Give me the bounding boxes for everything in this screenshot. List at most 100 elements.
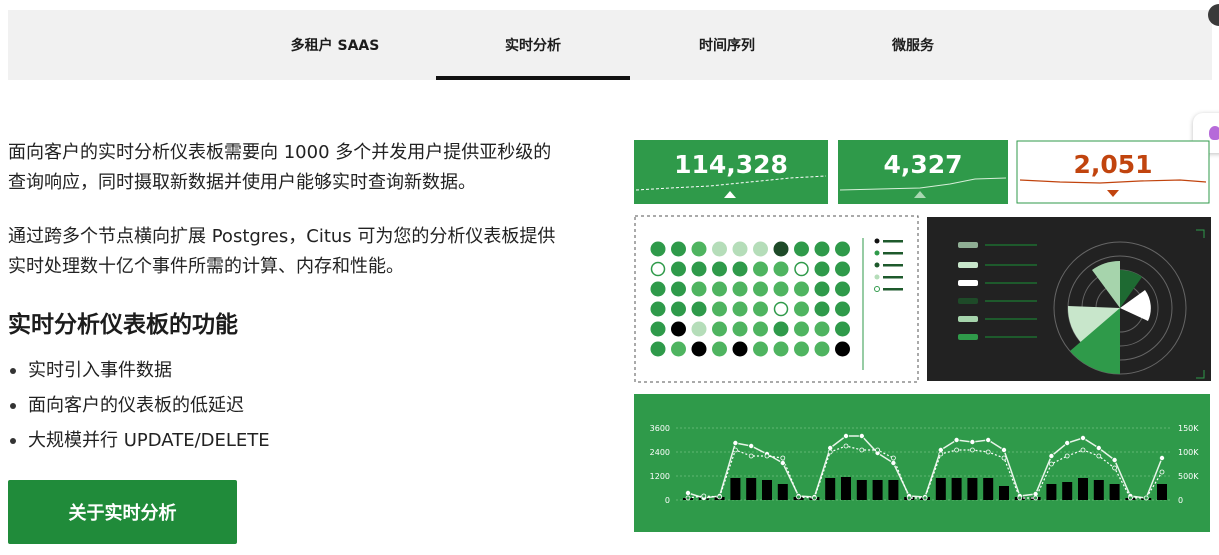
tab-label: 微服务 [892, 38, 934, 54]
chart-bar [1093, 480, 1104, 500]
chart-point [811, 495, 817, 501]
chart-bar [1046, 484, 1057, 500]
features-heading: 实时分析仪表板的功能 [8, 312, 238, 338]
kpi-value: 4,327 [883, 150, 962, 179]
chart-point [685, 489, 692, 496]
chart-point [890, 459, 897, 466]
chart-point [796, 494, 802, 500]
feature-item: 大规模并行 UPDATE/DELETE [8, 423, 270, 458]
tab-multi-tenant-saas[interactable]: 多租户 SAAS [250, 10, 420, 80]
chart-point [843, 443, 849, 449]
y-axis-left-label: 1200 [650, 472, 670, 481]
chart-point [1017, 495, 1023, 501]
chart-point [1048, 452, 1055, 459]
chart-point [1112, 465, 1118, 471]
chart-point [858, 432, 865, 439]
tab-realtime-analytics[interactable]: 实时分析 [436, 10, 630, 80]
chart-point [1143, 495, 1149, 501]
tab-time-series[interactable]: 时间序列 [644, 10, 810, 80]
chart-bar [983, 478, 994, 500]
chart-bar [841, 477, 851, 500]
chart-point [701, 493, 707, 499]
y-axis-right-label: 500K [1178, 472, 1199, 481]
chart-point [685, 495, 691, 501]
chart-point [780, 455, 786, 461]
chart-point [969, 438, 976, 445]
tab-bar: 多租户 SAAS 实时分析 时间序列 微服务 [8, 10, 1212, 80]
chart-point [906, 495, 912, 501]
chart-bar [1109, 484, 1120, 500]
y-axis-left-label: 3600 [650, 424, 670, 433]
chart-point [1001, 455, 1007, 461]
time-series-chart: 3600 150K 2400 100K 1200 500K 0 0 [634, 394, 1210, 532]
scaling-paragraph: 通过跨多个节点横向扩展 Postgres，Citus 可为您的分析仪表板提供实时… [8, 226, 556, 277]
chart-point [1159, 454, 1166, 461]
chart-point [779, 459, 786, 466]
chart-bar [999, 486, 1009, 500]
kpi-card-total: 114,328 [634, 140, 828, 204]
tab-label: 实时分析 [505, 38, 561, 54]
chart-point [1096, 453, 1102, 459]
chart-point [733, 447, 738, 453]
chart-point [1079, 434, 1086, 441]
y-axis-right-label: 0 [1178, 496, 1183, 505]
chart-bar [825, 478, 836, 500]
chart-point [953, 436, 960, 443]
chart-point [1095, 444, 1102, 451]
y-axis-left-label: 0 [665, 496, 670, 505]
chart-point [717, 494, 722, 500]
y-axis-left-label: 2400 [650, 448, 670, 457]
chart-point [1048, 461, 1054, 467]
chart-point [764, 453, 770, 459]
chart-bar [872, 480, 883, 500]
chart-bar [888, 480, 899, 500]
y-axis-right-label: 150K [1178, 424, 1199, 433]
tab-label: 时间序列 [699, 38, 755, 54]
y-axis-right-label: 100K [1178, 448, 1199, 457]
chart-point [1064, 439, 1071, 446]
chart-point [985, 449, 991, 455]
chart-point [732, 439, 739, 446]
chart-bar [730, 478, 741, 500]
kpi-card-errors: 2,051 [1016, 140, 1210, 204]
chart-point [827, 449, 833, 455]
chart-point [1064, 453, 1070, 459]
chart-point [969, 447, 975, 453]
feature-item: 面向客户的仪表板的低延迟 [8, 388, 270, 423]
chart-point [859, 447, 865, 453]
chart-bar [1157, 484, 1167, 500]
chart-point [1080, 447, 1086, 453]
chart-bar [967, 478, 978, 500]
radial-chart-panel [927, 217, 1211, 381]
chart-point [938, 451, 944, 457]
page: 多租户 SAAS 实时分析 时间序列 微服务 面向客户的实时分析仪表板需要向 1… [0, 0, 1219, 555]
feature-item: 实时引入事件数据 [8, 353, 270, 388]
features-list: 实时引入事件数据 面向客户的仪表板的低延迟 大规模并行 UPDATE/DELET… [8, 353, 270, 458]
chart-point [890, 455, 896, 461]
learn-realtime-analytics-button[interactable]: 关于实时分析 [8, 480, 237, 544]
chart-bar [951, 478, 962, 500]
chart-point [1111, 456, 1118, 463]
chart-bar [1062, 482, 1073, 500]
chart-point [954, 447, 960, 453]
tab-label: 多租户 SAAS [290, 38, 380, 54]
chart-point [875, 447, 881, 453]
chart-point [922, 495, 928, 501]
chart-point [748, 453, 754, 459]
chart-point [1159, 469, 1165, 475]
chart-point [1033, 495, 1039, 501]
chart-point [748, 442, 755, 449]
chart-bar [777, 484, 788, 500]
chart-bar [856, 480, 867, 500]
chart-bar [746, 478, 757, 500]
dot-matrix-panel [634, 215, 919, 383]
kpi-value: 2,051 [1073, 150, 1152, 179]
kpi-card-active: 4,327 [838, 140, 1008, 204]
chart-bar [762, 480, 772, 500]
tab-microservices[interactable]: 微服务 [828, 10, 998, 80]
chart-point [842, 432, 849, 439]
chart-point [985, 436, 992, 443]
chart-point [1127, 495, 1133, 501]
kpi-value: 114,328 [674, 150, 788, 179]
chart-bar [1078, 478, 1088, 500]
